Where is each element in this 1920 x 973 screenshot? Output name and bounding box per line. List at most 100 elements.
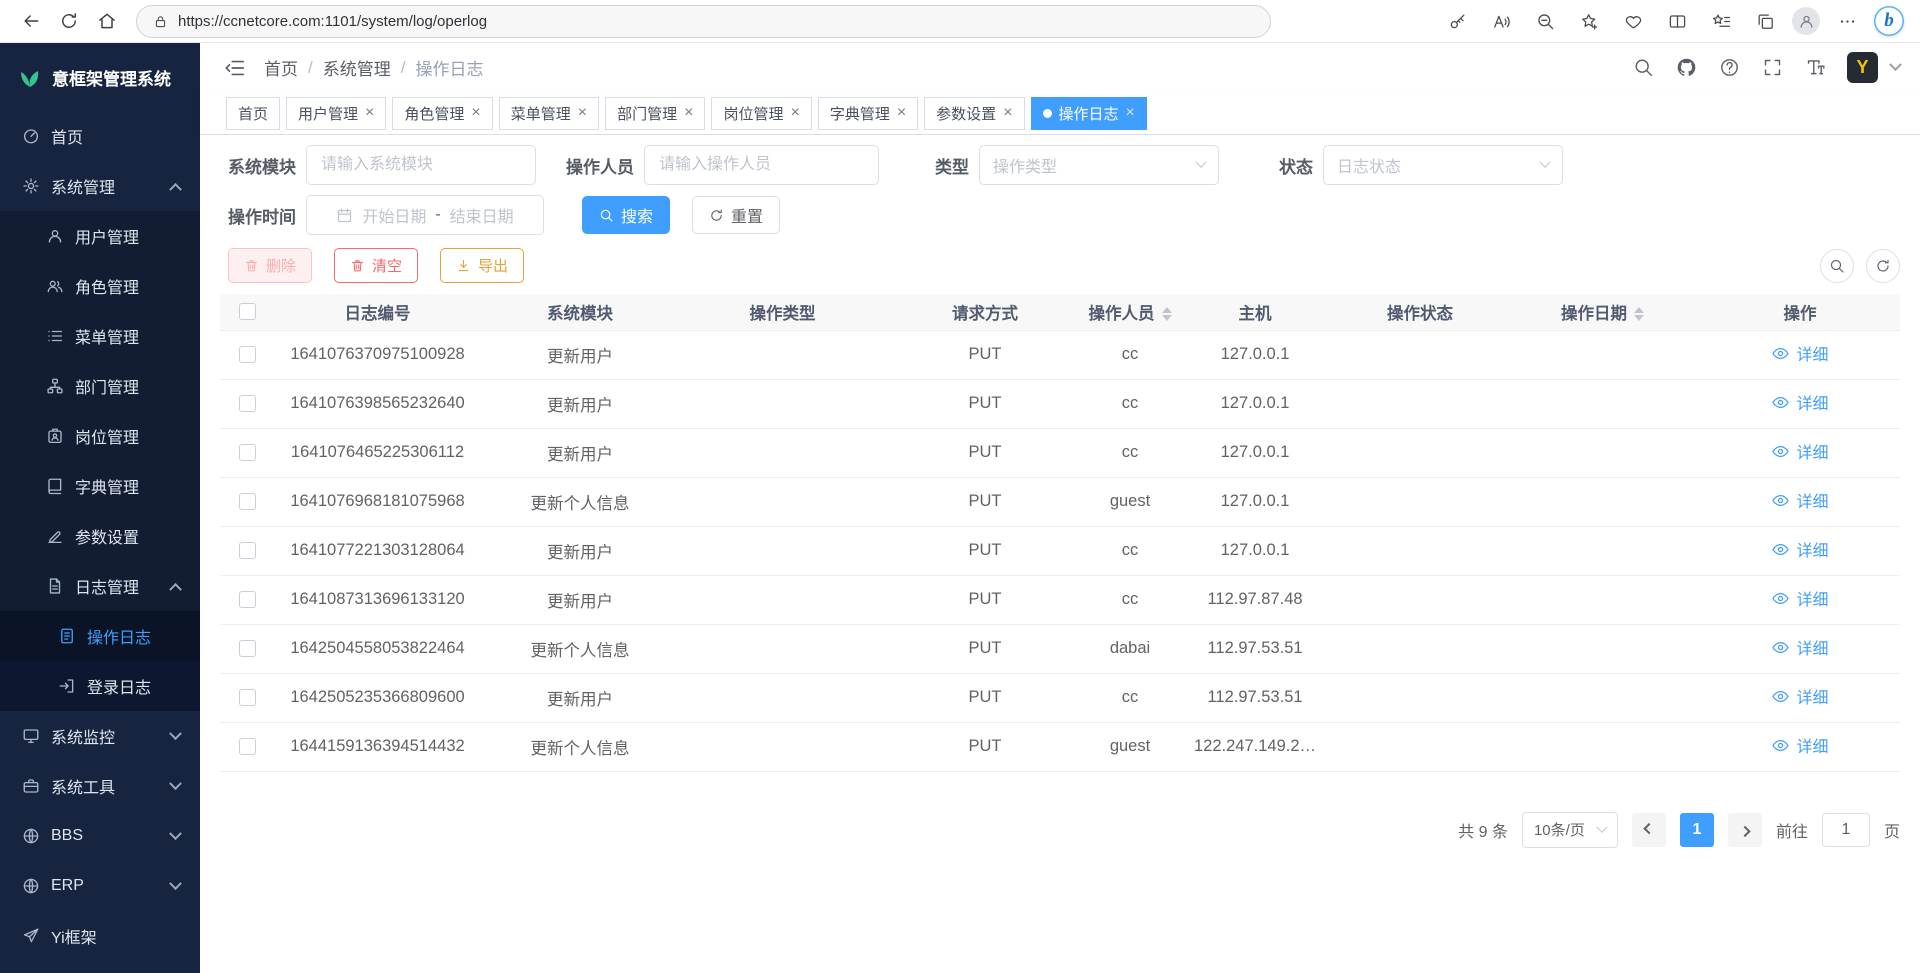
tab-dictionary-management[interactable]: 字典管理×	[818, 97, 918, 130]
close-icon[interactable]: ×	[684, 105, 693, 121]
detail-link[interactable]: 详细	[1771, 684, 1828, 708]
help-icon[interactable]	[1712, 51, 1746, 85]
sidebar-item-department-management[interactable]: 部门管理	[0, 361, 200, 411]
font-size-icon[interactable]	[1798, 51, 1832, 85]
cell-log-id: 1641076968181075968	[275, 477, 480, 526]
address-bar[interactable]: https://ccnetcore.com:1101/system/log/op…	[136, 5, 1271, 38]
page-size-select[interactable]: 10条/页	[1522, 812, 1618, 848]
sidebar-item-parameter-settings[interactable]: 参数设置	[0, 511, 200, 561]
browser-back-button[interactable]	[12, 3, 50, 39]
clear-button[interactable]: 清空	[334, 248, 418, 283]
close-icon[interactable]: ×	[365, 105, 374, 121]
close-icon[interactable]: ×	[1003, 105, 1012, 121]
sidebar-item-user-management[interactable]: 用户管理	[0, 211, 200, 261]
row-checkbox[interactable]	[239, 591, 256, 608]
password-key-icon[interactable]	[1440, 4, 1474, 38]
tab-role-management[interactable]: 角色管理×	[392, 97, 492, 130]
row-checkbox[interactable]	[239, 542, 256, 559]
delete-button[interactable]: 删除	[228, 248, 312, 283]
detail-link[interactable]: 详细	[1771, 390, 1828, 414]
detail-link[interactable]: 详细	[1771, 586, 1828, 610]
sidebar-item-system-monitor[interactable]: 系统监控	[0, 711, 200, 761]
detail-link[interactable]: 详细	[1771, 341, 1828, 365]
header-search-icon[interactable]	[1626, 51, 1660, 85]
row-checkbox[interactable]	[239, 346, 256, 363]
sidebar-item-yi-framework[interactable]: Yi框架	[0, 911, 200, 961]
more-menu-icon[interactable]	[1830, 4, 1864, 38]
tab-position-management[interactable]: 岗位管理×	[711, 97, 811, 130]
next-page-button[interactable]	[1728, 813, 1762, 847]
type-select[interactable]: 操作类型	[979, 145, 1219, 185]
module-input[interactable]	[306, 145, 536, 185]
cell-type	[680, 624, 885, 673]
sidebar-item-home[interactable]: 首页	[0, 111, 200, 161]
sidebar-item-role-management[interactable]: 角色管理	[0, 261, 200, 311]
tab-home[interactable]: 首页	[226, 97, 280, 130]
favorite-add-icon[interactable]	[1572, 4, 1606, 38]
operator-input[interactable]	[644, 145, 879, 185]
detail-link[interactable]: 详细	[1771, 733, 1828, 757]
sidebar-item-dictionary-management[interactable]: 字典管理	[0, 461, 200, 511]
close-icon[interactable]: ×	[790, 105, 799, 121]
row-checkbox[interactable]	[239, 493, 256, 510]
favorites-bar-icon[interactable]	[1704, 4, 1738, 38]
chevron-down-icon[interactable]	[1889, 58, 1902, 71]
row-checkbox[interactable]	[239, 444, 256, 461]
sidebar-item-bbs[interactable]: BBS	[0, 811, 200, 861]
user-avatar[interactable]: Y	[1847, 52, 1878, 83]
tab-parameter-settings[interactable]: 参数设置×	[924, 97, 1024, 130]
split-screen-icon[interactable]	[1660, 4, 1694, 38]
close-icon[interactable]: ×	[578, 105, 587, 121]
browser-profile-avatar[interactable]	[1792, 7, 1820, 35]
tab-menu-management[interactable]: 菜单管理×	[499, 97, 599, 130]
table-refresh-button[interactable]	[1866, 249, 1900, 283]
browser-refresh-button[interactable]	[50, 3, 88, 39]
page-number-current[interactable]: 1	[1680, 813, 1714, 847]
breadcrumb-home[interactable]: 首页	[264, 55, 298, 80]
status-select[interactable]: 日志状态	[1323, 145, 1563, 185]
detail-link[interactable]: 详细	[1771, 488, 1828, 512]
table-search-toggle[interactable]	[1820, 249, 1854, 283]
copilot-bing-icon[interactable]: b	[1874, 6, 1904, 36]
tab-department-management[interactable]: 部门管理×	[605, 97, 705, 130]
sidebar-item-menu-management[interactable]: 菜单管理	[0, 311, 200, 361]
row-checkbox[interactable]	[239, 395, 256, 412]
fullscreen-icon[interactable]	[1755, 51, 1789, 85]
close-icon[interactable]: ×	[1126, 105, 1135, 121]
detail-link[interactable]: 详细	[1771, 635, 1828, 659]
collections-icon[interactable]	[1748, 4, 1782, 38]
github-icon[interactable]	[1669, 51, 1703, 85]
detail-link[interactable]: 详细	[1771, 537, 1828, 561]
search-button[interactable]: 搜索	[582, 196, 670, 234]
row-checkbox[interactable]	[239, 640, 256, 657]
sidebar-item-login-log[interactable]: 登录日志	[0, 661, 200, 711]
sidebar-item-position-management[interactable]: 岗位管理	[0, 411, 200, 461]
prev-page-button[interactable]	[1632, 813, 1666, 847]
tab-user-management[interactable]: 用户管理×	[286, 97, 386, 130]
row-checkbox[interactable]	[239, 738, 256, 755]
browser-home-button[interactable]	[88, 3, 126, 39]
sort-icon[interactable]	[1634, 307, 1644, 321]
collapse-sidebar-icon[interactable]	[224, 57, 246, 79]
close-icon[interactable]: ×	[897, 105, 906, 121]
detail-link[interactable]: 详细	[1771, 439, 1828, 463]
sidebar-item-system-management[interactable]: 系统管理	[0, 161, 200, 211]
sidebar-item-operation-log[interactable]: 操作日志	[0, 611, 200, 661]
sidebar-item-erp[interactable]: ERP	[0, 861, 200, 911]
breadcrumb-system-management[interactable]: 系统管理	[323, 55, 391, 80]
date-range-picker[interactable]: 开始日期 - 结束日期	[306, 195, 544, 235]
sidebar-item-log-management[interactable]: 日志管理	[0, 561, 200, 611]
browser-essentials-icon[interactable]	[1616, 4, 1650, 38]
tab-operation-log[interactable]: 操作日志×	[1031, 97, 1147, 130]
close-icon[interactable]: ×	[471, 105, 480, 121]
zoom-out-icon[interactable]	[1528, 4, 1562, 38]
sidebar-item-system-tools[interactable]: 系统工具	[0, 761, 200, 811]
select-all-checkbox[interactable]	[239, 303, 256, 320]
export-button[interactable]: 导出	[440, 248, 524, 283]
reset-button[interactable]: 重置	[692, 196, 780, 234]
read-aloud-icon[interactable]	[1484, 4, 1518, 38]
row-checkbox[interactable]	[239, 689, 256, 706]
cell-module: 更新用户	[480, 330, 680, 379]
sort-icon[interactable]	[1162, 307, 1172, 321]
goto-page-input[interactable]	[1822, 813, 1870, 847]
